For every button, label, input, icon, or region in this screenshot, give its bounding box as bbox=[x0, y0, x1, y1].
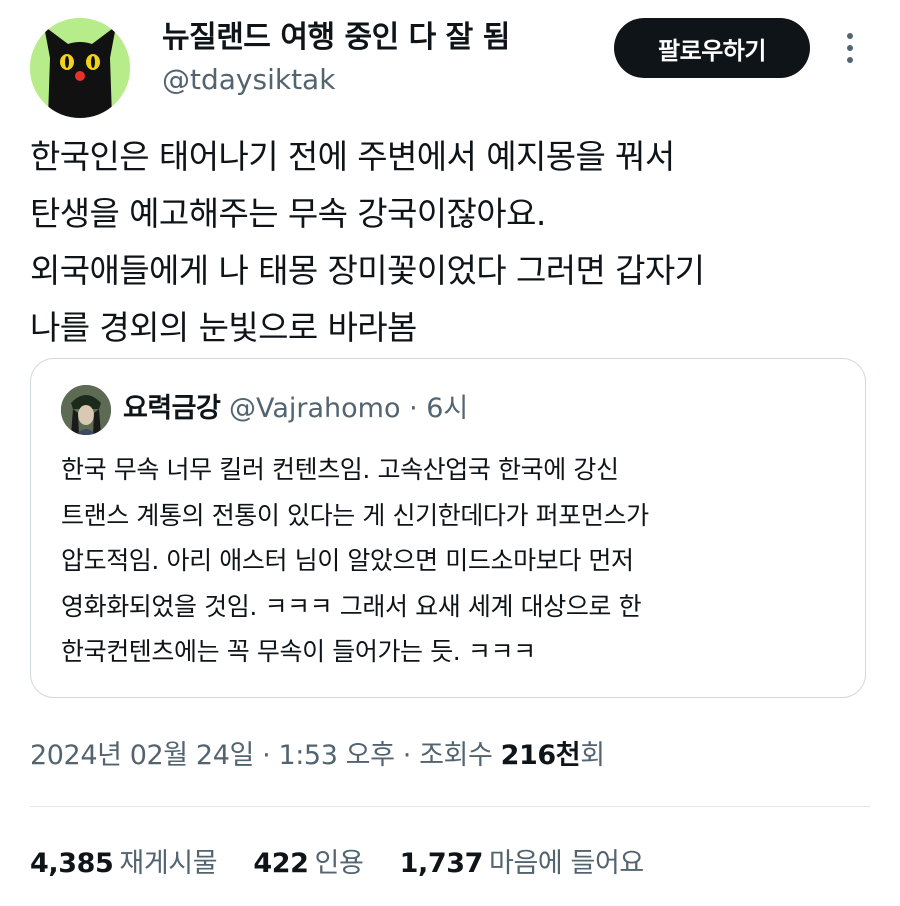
stat-label: 재게시물 bbox=[119, 848, 218, 879]
view-count: 216천 bbox=[500, 740, 581, 771]
quoted-author-handle[interactable]: @Vajrahomo bbox=[229, 393, 401, 424]
stat-value: 422 bbox=[253, 848, 309, 879]
quoted-text: 한국 무속 너무 킬러 컨텐츠임. 고속산업국 한국에 강신 트랜스 계통의 전… bbox=[61, 455, 649, 666]
more-vertical-icon[interactable] bbox=[838, 28, 862, 68]
author-avatar[interactable] bbox=[30, 18, 130, 118]
stat-likes[interactable]: 1,737 마음에 들어요 bbox=[399, 844, 645, 884]
divider bbox=[30, 806, 870, 807]
author-handle[interactable]: @tdaysiktak bbox=[162, 60, 510, 100]
stat-label: 마음에 들어요 bbox=[489, 848, 644, 879]
stat-quotes[interactable]: 422 인용 bbox=[253, 844, 363, 884]
author-names: 뉴질랜드 여행 중인 다 잘 됨 @tdaysiktak bbox=[162, 18, 510, 100]
view-suffix: 회 bbox=[580, 740, 605, 771]
quoted-time[interactable]: · 6시 bbox=[409, 393, 468, 424]
person-avatar-icon bbox=[61, 385, 111, 435]
tweet-meta: 2024년 02월 24일 · 1:53 오후 · 조회수 216천회 bbox=[30, 736, 605, 776]
quoted-author-avatar[interactable] bbox=[61, 385, 111, 435]
quoted-author-name[interactable]: 요력금강 bbox=[123, 393, 221, 424]
stat-value: 1,737 bbox=[399, 848, 484, 879]
quoted-tweet[interactable]: 요력금강 @Vajrahomo · 6시 한국 무속 너무 킬러 컨텐츠임. 고… bbox=[30, 358, 866, 698]
follow-button[interactable]: 팔로우하기 bbox=[614, 18, 810, 78]
tweet-header: 뉴질랜드 여행 중인 다 잘 됨 @tdaysiktak 팔로우하기 bbox=[28, 10, 872, 118]
tweet-datetime[interactable]: 2024년 02월 24일 · 1:53 오후 · 조회수 bbox=[30, 740, 501, 771]
tweet-text: 한국인은 태어나기 전에 주변에서 예지몽을 꿔서 탄생을 예고해주는 무속 강… bbox=[30, 137, 705, 347]
author-display-name[interactable]: 뉴질랜드 여행 중인 다 잘 됨 bbox=[162, 18, 510, 58]
quoted-header: 요력금강 @Vajrahomo · 6시 bbox=[123, 387, 468, 431]
stat-reposts[interactable]: 4,385 재게시물 bbox=[30, 844, 218, 884]
stat-value: 4,385 bbox=[30, 848, 114, 879]
engagement-stats: 4,385 재게시물 422 인용 1,737 마음에 들어요 bbox=[30, 844, 672, 884]
stat-label: 인용 bbox=[314, 848, 364, 879]
black-cat-avatar-icon bbox=[30, 18, 130, 118]
